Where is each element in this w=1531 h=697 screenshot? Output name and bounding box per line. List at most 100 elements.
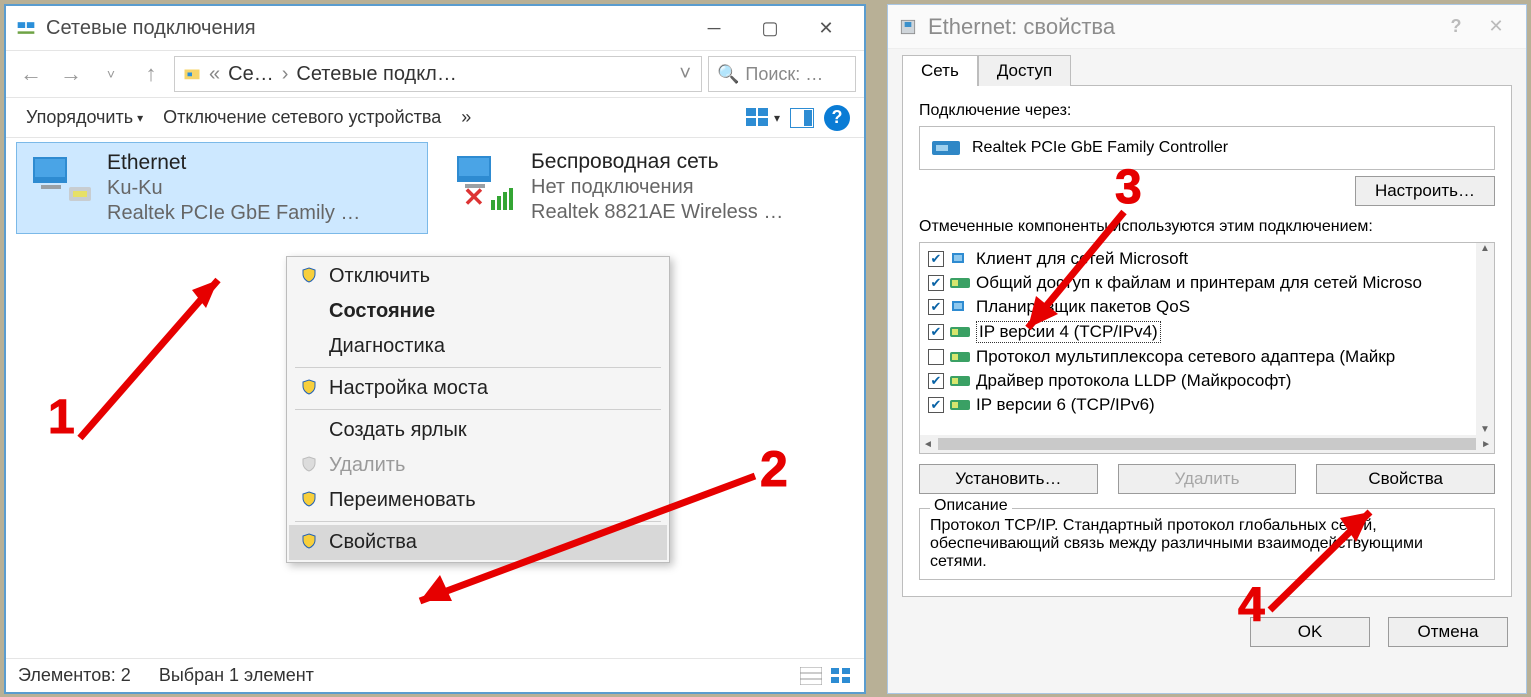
checkbox[interactable]: ✔	[928, 373, 944, 389]
checkbox[interactable]: ✔	[928, 324, 944, 340]
forward-button[interactable]: →	[54, 57, 88, 91]
tab-access[interactable]: Доступ	[978, 55, 1071, 86]
remove-button[interactable]: Удалить	[1118, 464, 1297, 494]
component-label: IP версии 6 (TCP/IPv6)	[976, 395, 1155, 415]
breadcrumb-seg2[interactable]: Сетевые подкл…	[296, 63, 456, 86]
breadcrumb[interactable]: « Се… › Сетевые подкл… ˅	[174, 56, 702, 92]
scroll-up-button[interactable]: ▲	[1477, 243, 1493, 254]
nic-icon	[932, 137, 960, 159]
component-icon	[950, 251, 970, 267]
components-listbox[interactable]: ✔ Клиент для сетей Microsoft ✔ Общий доступ…	[919, 242, 1495, 454]
toolbar-overflow-button[interactable]: »	[451, 98, 481, 137]
dialog-buttons: OK Отмена	[888, 607, 1526, 657]
adapter-name: Realtek PCIe GbE Family Controller	[972, 139, 1228, 157]
component-properties-button[interactable]: Свойства	[1316, 464, 1495, 494]
connection-status: Нет подключения	[531, 176, 783, 199]
connections-list[interactable]: Ethernet Ku-Ku Realtek PCIe GbE Family ……	[6, 138, 864, 638]
scrollbar-thumb[interactable]	[938, 438, 1476, 450]
shield-icon	[301, 266, 319, 289]
component-item[interactable]: ✔ Клиент для сетей Microsoft	[920, 247, 1494, 271]
ethernet-adapter-icon	[29, 151, 97, 215]
help-button[interactable]: ?	[1436, 12, 1476, 42]
tiles-view-icon[interactable]	[830, 667, 852, 685]
ok-button[interactable]: OK	[1250, 617, 1370, 647]
install-button[interactable]: Установить…	[919, 464, 1098, 494]
checkbox[interactable]: ✔	[928, 275, 944, 291]
description-text: Протокол TCP/IP. Стандартный протокол гл…	[930, 517, 1423, 570]
checkbox[interactable]: ✔	[928, 299, 944, 315]
history-dropdown-button[interactable]: ˅	[94, 57, 128, 91]
component-item[interactable]: Протокол мультиплексора сетевого адаптер…	[920, 345, 1494, 369]
chevron-down-icon[interactable]: ˅	[677, 63, 693, 86]
connection-status: Ku-Ku	[107, 177, 360, 200]
separator	[295, 367, 661, 368]
search-input[interactable]: 🔍 Поиск: …	[708, 56, 856, 92]
component-item[interactable]: ✔ IP версии 6 (TCP/IPv6)	[920, 393, 1494, 417]
connection-wireless[interactable]: ✕ Беспроводная сеть Нет подключения Real…	[441, 142, 853, 232]
component-item[interactable]: ✔ Общий доступ к файлам и принтерам для с…	[920, 271, 1494, 295]
cancel-button[interactable]: Отмена	[1388, 617, 1508, 647]
wifi-adapter-icon: ✕	[453, 150, 521, 214]
scroll-right-button[interactable]: ►	[1478, 439, 1494, 450]
component-icon	[950, 299, 970, 315]
adapter-box: Realtek PCIe GbE Family Controller	[919, 126, 1495, 170]
organize-menu[interactable]: Упорядочить▾	[16, 98, 153, 137]
horizontal-scrollbar[interactable]: ◄ ►	[920, 435, 1494, 453]
component-item[interactable]: ✔ IP версии 4 (TCP/IPv4)	[920, 319, 1494, 345]
checkbox[interactable]: ✔	[928, 397, 944, 413]
connect-via-label: Подключение через:	[919, 102, 1495, 120]
ctx-properties[interactable]: Свойства	[289, 525, 667, 560]
ctx-diagnose[interactable]: Диагностика	[289, 329, 667, 364]
window-title: Сетевые подключения	[46, 17, 686, 40]
component-icon	[950, 324, 970, 340]
component-icon	[950, 349, 970, 365]
help-button[interactable]: ?	[820, 105, 854, 131]
chevron-right-icon: ›	[280, 63, 291, 86]
details-view-icon[interactable]	[800, 667, 822, 685]
ctx-delete[interactable]: Удалить	[289, 448, 667, 483]
checkbox[interactable]: ✔	[928, 251, 944, 267]
titlebar[interactable]: Ethernet: свойства ? ✕	[888, 5, 1526, 49]
shield-icon	[301, 490, 319, 513]
shield-icon	[301, 532, 319, 555]
disable-device-button[interactable]: Отключение сетевого устройства	[153, 98, 451, 137]
ctx-rename[interactable]: Переименовать	[289, 483, 667, 518]
titlebar[interactable]: Сетевые подключения ─ ▢ ✕	[6, 6, 864, 50]
view-icon	[746, 108, 770, 128]
description-legend: Описание	[930, 497, 1012, 515]
connection-ethernet[interactable]: Ethernet Ku-Ku Realtek PCIe GbE Family …	[16, 142, 428, 234]
component-icon	[950, 373, 970, 389]
component-item[interactable]: ✔Драйвер протокола LLDP (Майкрософт)	[920, 369, 1494, 393]
component-label: Планировщик пакетов QoS	[976, 297, 1190, 317]
up-button[interactable]: ↑	[134, 57, 168, 91]
preview-icon	[790, 108, 814, 128]
ctx-disable[interactable]: Отключить	[289, 259, 667, 294]
tab-strip: Сеть Доступ	[888, 49, 1526, 86]
tab-network[interactable]: Сеть	[902, 55, 978, 86]
close-button[interactable]: ✕	[1476, 12, 1516, 42]
component-item[interactable]: ✔ Планировщик пакетов QoS	[920, 295, 1494, 319]
connection-adapter: Realtek 8821AE Wireless …	[531, 201, 783, 224]
ethernet-port-icon	[898, 17, 918, 37]
maximize-button[interactable]: ▢	[742, 10, 798, 46]
connection-adapter: Realtek PCIe GbE Family …	[107, 202, 360, 225]
tab-panel-network: Подключение через: Realtek PCIe GbE Fami…	[902, 85, 1512, 597]
component-label: IP версии 4 (TCP/IPv4)	[976, 321, 1161, 343]
ctx-create-shortcut[interactable]: Создать ярлык	[289, 413, 667, 448]
component-label: Клиент для сетей Microsoft	[976, 249, 1188, 269]
minimize-button[interactable]: ─	[686, 10, 742, 46]
checkbox[interactable]	[928, 349, 944, 365]
scroll-down-button[interactable]: ▼	[1477, 424, 1493, 435]
ctx-status[interactable]: Состояние	[289, 294, 667, 329]
breadcrumb-seg1[interactable]: Се…	[228, 63, 274, 86]
component-label: Общий доступ к файлам и принтерам для се…	[976, 273, 1422, 293]
close-button[interactable]: ✕	[798, 10, 854, 46]
network-connections-window: Сетевые подключения ─ ▢ ✕ ← → ˅ ↑ « Се… …	[4, 4, 866, 694]
configure-button[interactable]: Настроить…	[1355, 176, 1495, 206]
back-button[interactable]: ←	[14, 57, 48, 91]
ctx-bridge[interactable]: Настройка моста	[289, 371, 667, 406]
scroll-left-button[interactable]: ◄	[920, 439, 936, 450]
preview-pane-button[interactable]	[786, 108, 818, 128]
vertical-scrollbar[interactable]: ▲ ▼	[1476, 243, 1494, 435]
view-dropdown-button[interactable]: ▾	[742, 108, 784, 128]
